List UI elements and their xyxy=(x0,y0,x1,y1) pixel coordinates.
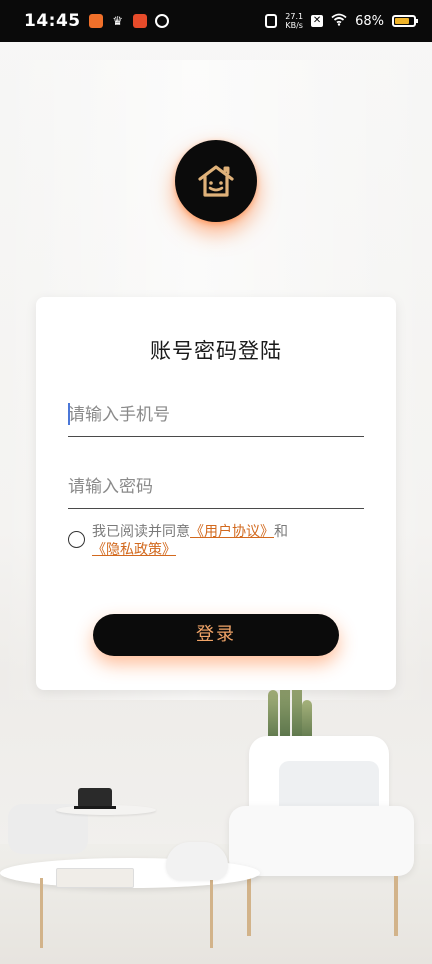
vase xyxy=(166,842,228,880)
agreement-row: 我已阅读并同意《用户协议》和《隐私政策》 xyxy=(68,523,368,559)
battery-percent: 68% xyxy=(355,13,384,29)
agreement-text: 我已阅读并同意《用户协议》和《隐私政策》 xyxy=(92,523,368,559)
lamp-base xyxy=(74,806,116,809)
privacy-policy-link[interactable]: 《隐私政策》 xyxy=(92,542,176,558)
agree-and: 和 xyxy=(274,524,288,540)
status-bar-right: 27.1 KB/s ✕ 68% xyxy=(265,12,418,30)
network-speed-unit: KB/s xyxy=(285,21,303,30)
text-caret xyxy=(68,403,70,425)
network-speed: 27.1 KB/s xyxy=(285,12,303,30)
vibrate-icon xyxy=(265,14,278,28)
status-bar-left: 14:45 ♛ xyxy=(24,11,169,31)
agree-prefix: 我已阅读并同意 xyxy=(92,524,190,540)
password-field xyxy=(68,465,364,509)
network-speed-value: 27.1 xyxy=(285,12,304,21)
status-bar: 14:45 ♛ 27.1 KB/s ✕ 68% xyxy=(0,0,432,42)
crown-icon: ♛ xyxy=(112,14,123,28)
app-orange-icon xyxy=(88,14,103,28)
login-card: 账号密码登陆 我已阅读并同意《用户协议》和《隐私政策》 登录 xyxy=(36,297,396,690)
agree-radio[interactable] xyxy=(68,531,85,548)
house-smile-icon xyxy=(198,165,234,197)
clock: 14:45 xyxy=(24,11,81,31)
phone-input[interactable] xyxy=(68,393,364,436)
lamp xyxy=(78,788,112,808)
app-logo xyxy=(175,140,257,222)
swirl-icon xyxy=(154,14,169,28)
wifi-icon xyxy=(331,13,347,30)
password-input[interactable] xyxy=(68,465,364,508)
login-title: 账号密码登陆 xyxy=(150,339,282,363)
phone-field xyxy=(68,393,364,437)
book xyxy=(56,868,134,888)
app-red-icon xyxy=(132,14,147,28)
battery-icon xyxy=(392,15,418,27)
user-agreement-link[interactable]: 《用户协议》 xyxy=(190,524,274,540)
x-icon: ✕ xyxy=(311,15,324,27)
login-button[interactable]: 登录 xyxy=(93,614,339,656)
